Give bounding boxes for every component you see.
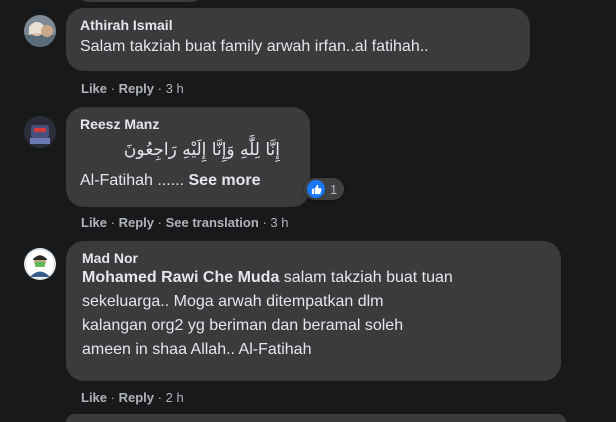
comment-text-line: kalangan org2 yg beriman dan beramal sol… [82, 317, 404, 334]
comment-text-line: sekeluarga.. Moga arwah ditempatkan dlm [82, 293, 384, 310]
timestamp[interactable]: 3 h [270, 215, 288, 230]
separator: · [157, 215, 162, 230]
mention-link[interactable]: Mohamed Rawi Che Muda [82, 269, 279, 286]
separator: · [262, 215, 267, 230]
comment-author[interactable]: Reesz Manz [80, 115, 298, 133]
comment-text-line: ameen in shaa Allah.. Al-Fatihah [82, 341, 312, 358]
avatar[interactable] [24, 116, 56, 148]
comment-text-line: Al-Fatihah ...... See more [80, 169, 298, 193]
like-button[interactable]: Like [81, 81, 107, 96]
comment-bubble: Athirah Ismail Salam takziah buat family… [66, 8, 530, 71]
avatar[interactable] [24, 15, 56, 47]
comment-text: Mohamed Rawi Che Muda salam takziah buat… [82, 266, 549, 362]
separator: · [157, 390, 162, 405]
like-button[interactable]: Like [81, 390, 107, 405]
next-comment-bubble-edge [66, 414, 566, 422]
see-more-link[interactable]: See more [189, 172, 261, 189]
comment-text: Al-Fatihah ...... [80, 172, 185, 189]
comment-actions: Like · Reply · 2 h [81, 390, 184, 406]
comment-author[interactable]: Mad Nor [82, 249, 549, 267]
comment-arabic-text: إِنَّا لِلَّٰهِ وَإِنَّا إِلَيْهِ رَاجِع… [123, 140, 280, 160]
comment-bubble: Mad Nor Mohamed Rawi Che Muda salam takz… [66, 241, 561, 381]
comment-actions: Like · Reply · 3 h [81, 81, 184, 97]
comment-text-line: salam takziah buat tuan [279, 269, 453, 286]
comment-bubble: Reesz Manz إِنَّا لِلَّٰهِ وَإِنَّا إِلَ… [66, 107, 310, 207]
separator: · [110, 390, 115, 405]
like-icon [307, 180, 325, 198]
separator: · [110, 81, 115, 96]
separator: · [157, 81, 162, 96]
reply-button[interactable]: Reply [119, 390, 154, 405]
separator: · [110, 215, 115, 230]
reaction-count: 1 [330, 181, 338, 197]
reply-button[interactable]: Reply [119, 215, 154, 230]
reply-button[interactable]: Reply [119, 81, 154, 96]
previous-comment-bubble-edge [75, 0, 205, 2]
like-button[interactable]: Like [81, 215, 107, 230]
timestamp[interactable]: 2 h [166, 390, 184, 405]
see-translation-link[interactable]: See translation [166, 215, 259, 230]
timestamp[interactable]: 3 h [166, 81, 184, 96]
comment-author[interactable]: Athirah Ismail [80, 16, 518, 34]
reaction-summary[interactable]: 1 [304, 178, 345, 200]
comment-text: Salam takziah buat family arwah irfan..a… [80, 38, 429, 55]
comment-actions: Like · Reply · See translation · 3 h [81, 215, 288, 231]
avatar[interactable] [24, 248, 56, 280]
